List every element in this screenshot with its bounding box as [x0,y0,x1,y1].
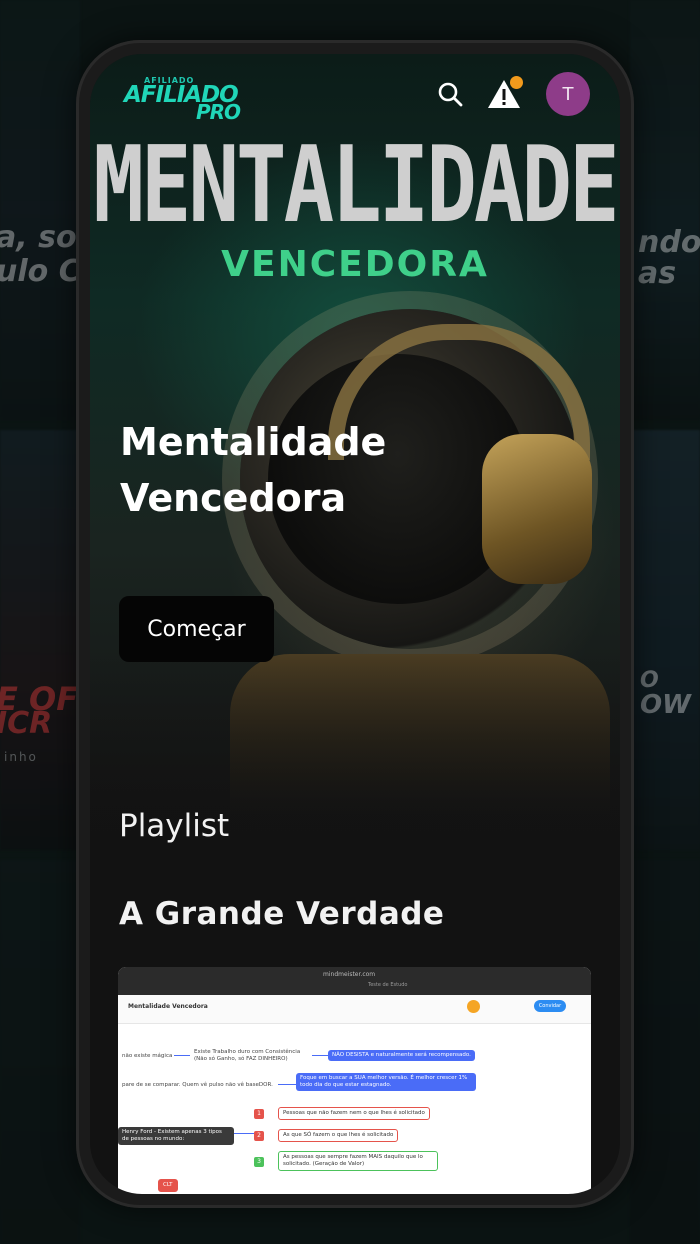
playlist-label: Playlist [119,808,230,844]
lesson-thumbnail[interactable]: mindmeister.com Teste de Estudo Mentalid… [118,967,591,1194]
background-poster [0,0,80,420]
mindmap-node: não existe mágica [122,1053,173,1059]
background-poster [0,860,80,1244]
mindmap-node: As que SÓ fazem o que lhes é solicitado [278,1129,399,1142]
thumbnail-board-name: Mentalidade Vencedora [128,1003,208,1010]
mindmap-node: Henry Ford - Existem apenas 3 tipos de p… [118,1127,234,1145]
background-text: ulo C [0,254,81,289]
search-icon [438,82,463,107]
background-poster [0,430,80,850]
thumbnail-share-button: Convidar [534,1000,566,1012]
mindmap-line [174,1055,190,1056]
start-button[interactable]: Começar [119,596,274,662]
mindmap-node: As pessoas que sempre fazem MAIS daquilo… [278,1151,438,1171]
mindmap-line [312,1055,328,1056]
app-screen: MENTALIDADE VENCEDORA AFILIADO AFILIADO … [90,54,620,1194]
background-text: OW [640,690,691,720]
background-caption: inho [4,750,38,764]
mindmap-node: CLT [158,1179,178,1192]
banner-title: MENTALIDADE [93,123,619,246]
hero-fade [90,654,620,894]
background-poster [630,860,700,1244]
mindmap-node: Existe Trabalho duro com Consistência (N… [194,1049,301,1062]
thumbnail-add-icon [467,1000,480,1013]
notification-dot [510,76,523,89]
mindmap-node: pare de se comparar. Quem vê pulso não v… [122,1082,273,1088]
background-text: ndo [638,225,700,260]
mindmap-line [278,1084,296,1085]
mindmap-node: Pessoas que não fazem nem o que lhes é s… [278,1107,430,1120]
app-logo[interactable]: AFILIADO AFILIADO PRO [124,76,254,124]
mindmap-line [234,1133,254,1134]
mindmap-node: NÃO DESISTA e naturalmente será recompen… [328,1050,475,1061]
mindmap-node: Foque em buscar a SUA melhor versão. É m… [296,1073,476,1091]
background-text: as [638,256,677,291]
thumbnail-tabs: Teste de Estudo [368,982,408,988]
mindmap-badge: 1 [254,1109,264,1119]
mindmap-badge: 2 [254,1131,264,1141]
banner-subtitle: VENCEDORA [221,244,489,285]
background-text: a, so [0,220,77,255]
thumbnail-url: mindmeister.com [323,971,376,978]
logo-sub-text: PRO [196,100,241,124]
background-text: ICR [0,706,53,741]
hero-title: Mentalidade Vencedora [120,420,387,520]
mindmap-badge: 3 [254,1157,264,1167]
section-title: A Grande Verdade [119,896,445,932]
background-poster [630,0,700,420]
search-button[interactable] [430,74,470,114]
notifications-button[interactable] [484,74,524,114]
background-poster [630,430,700,850]
user-avatar[interactable]: T [546,72,590,116]
